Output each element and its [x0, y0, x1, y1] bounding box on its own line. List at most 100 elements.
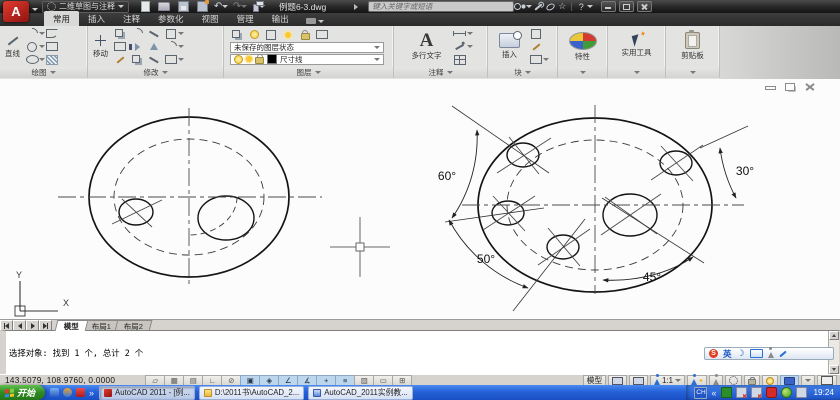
media-player-icon[interactable] — [63, 388, 73, 397]
tab-home[interactable]: 常用 — [44, 11, 80, 26]
title-flyout-icon[interactable] — [354, 3, 359, 10]
move-button[interactable]: 移动 — [90, 34, 111, 60]
tray-collapse-icon[interactable]: « — [711, 388, 716, 398]
layer-unlock-icon[interactable] — [255, 53, 264, 64]
tab-model[interactable]: 模型 — [54, 320, 89, 331]
ime-skin-icon[interactable] — [767, 346, 774, 358]
redo-dropdown-icon[interactable] — [241, 5, 248, 8]
network-disconnected-icon[interactable] — [750, 387, 762, 398]
ime-logo[interactable]: S — [709, 349, 718, 358]
stretch-button[interactable] — [147, 54, 161, 66]
circle-button[interactable] — [25, 41, 45, 53]
security-shield-icon[interactable] — [765, 387, 777, 398]
panel-modify-label[interactable]: 修改 — [88, 67, 223, 78]
minimize-button[interactable] — [601, 1, 617, 12]
tab-annotate[interactable]: 注释 — [114, 11, 149, 26]
updater-icon[interactable] — [780, 387, 792, 398]
rotate-button[interactable] — [129, 25, 145, 42]
tab-insert[interactable]: 插入 — [79, 11, 114, 26]
layer-lock-button[interactable] — [298, 29, 312, 41]
favorites-button[interactable]: ☆ — [556, 1, 568, 12]
search-button[interactable] — [514, 1, 526, 12]
layer-match-button[interactable] — [315, 29, 329, 41]
tab-output[interactable]: 输出 — [263, 11, 298, 26]
ribbon-options-button[interactable] — [305, 18, 324, 26]
edit-attribute-button[interactable] — [529, 41, 543, 53]
taskbar-task-autocad[interactable]: AutoCAD 2011 - [例... — [99, 385, 195, 400]
edit-more-button[interactable] — [164, 54, 186, 66]
utilities-button[interactable]: 实用工具 — [619, 34, 655, 59]
drawing-svg[interactable]: 60° 30° 50° 45° Y X — [0, 79, 840, 319]
ime-language-toggle[interactable]: 英 — [723, 348, 732, 360]
trim-button[interactable] — [147, 28, 161, 40]
taskbar-clock[interactable]: 19:24 — [814, 388, 835, 397]
rectangle-button[interactable] — [45, 41, 59, 53]
hatch-button[interactable] — [45, 54, 59, 66]
panel-utilities-label[interactable] — [608, 67, 665, 78]
network-disconnected-icon[interactable] — [735, 387, 747, 398]
application-menu-arrow-icon[interactable] — [32, 8, 38, 11]
books-icon[interactable] — [76, 388, 86, 397]
taskbar-task-folder[interactable]: D:\2011书\AutoCAD_2... — [198, 385, 305, 400]
layer-state-dropdown[interactable]: 未保存的图层状态 — [230, 41, 384, 53]
help-dropdown-icon[interactable] — [587, 5, 594, 8]
panel-block-label[interactable]: 块 — [488, 67, 557, 78]
tray-app-icon[interactable] — [720, 387, 732, 398]
offset-button[interactable] — [113, 41, 127, 53]
mtext-button[interactable]: A 多行文字 — [409, 31, 445, 62]
start-button[interactable]: 开始 — [0, 385, 46, 400]
application-menu-button[interactable]: A — [3, 1, 29, 22]
layer-thaw-icon[interactable] — [246, 56, 252, 62]
ime-toolbar[interactable]: S 英 ☽ — [704, 346, 834, 360]
restore-button[interactable] — [619, 1, 635, 12]
search-input[interactable] — [368, 1, 515, 12]
scroll-up-button[interactable] — [829, 331, 839, 340]
ime-settings-icon[interactable] — [778, 350, 787, 357]
panel-layers-label[interactable]: 图层 — [224, 67, 393, 78]
table-button[interactable] — [453, 54, 467, 66]
dimension-button[interactable] — [453, 28, 473, 40]
block-more-button[interactable] — [529, 54, 549, 66]
undo-dropdown-icon[interactable] — [222, 5, 229, 8]
scroll-down-button[interactable] — [829, 365, 839, 374]
layer-dropdown[interactable]: 尺寸线 — [230, 53, 384, 65]
help-button[interactable]: ? — [575, 1, 587, 12]
explode-button[interactable] — [130, 54, 144, 66]
fillet-button[interactable] — [163, 38, 186, 55]
panel-annotate-label[interactable]: 注释 — [394, 67, 487, 78]
moon-icon[interactable]: ☽ — [737, 349, 745, 358]
drawing-area[interactable]: 60° 30° 50° 45° Y X — [0, 79, 840, 319]
subscription-button[interactable] — [532, 1, 544, 12]
arc-button[interactable] — [24, 25, 45, 42]
array-button[interactable] — [164, 28, 186, 40]
tab-view[interactable]: 视图 — [193, 11, 228, 26]
leader-button[interactable] — [453, 41, 473, 53]
polyline-button[interactable] — [45, 28, 59, 40]
layer-freeze-button[interactable] — [281, 29, 295, 41]
properties-button[interactable]: 特性 — [566, 31, 600, 63]
panel-draw-label[interactable]: 绘图 — [0, 67, 87, 78]
layer-isolate-button[interactable] — [264, 29, 278, 41]
mirror-button[interactable] — [130, 41, 144, 53]
quick-launch-overflow-icon[interactable]: » — [89, 388, 94, 398]
close-button[interactable] — [637, 1, 653, 12]
create-block-button[interactable] — [529, 28, 543, 40]
layer-color-swatch[interactable] — [267, 54, 277, 64]
tab-manage[interactable]: 管理 — [228, 11, 263, 26]
input-language-indicator[interactable]: CH — [694, 386, 708, 399]
insert-block-button[interactable]: 插入 — [496, 31, 523, 61]
soft-keyboard-icon[interactable] — [749, 349, 763, 358]
panel-properties-label[interactable] — [558, 67, 607, 78]
copy-button[interactable] — [113, 28, 127, 40]
panel-clipboard-label[interactable] — [666, 67, 719, 78]
ellipse-button[interactable] — [25, 54, 45, 66]
layer-properties-button[interactable] — [230, 29, 244, 41]
line-button[interactable]: 直线 — [2, 34, 23, 60]
scale-button[interactable] — [147, 41, 161, 53]
communication-center-button[interactable] — [544, 1, 556, 12]
display-icon[interactable] — [795, 387, 807, 398]
tab-parametric[interactable]: 参数化 — [149, 11, 193, 26]
erase-button[interactable] — [113, 54, 127, 66]
layer-off-button[interactable] — [247, 29, 261, 41]
taskbar-task-document[interactable]: AutoCAD_2011实例教... — [308, 385, 413, 400]
